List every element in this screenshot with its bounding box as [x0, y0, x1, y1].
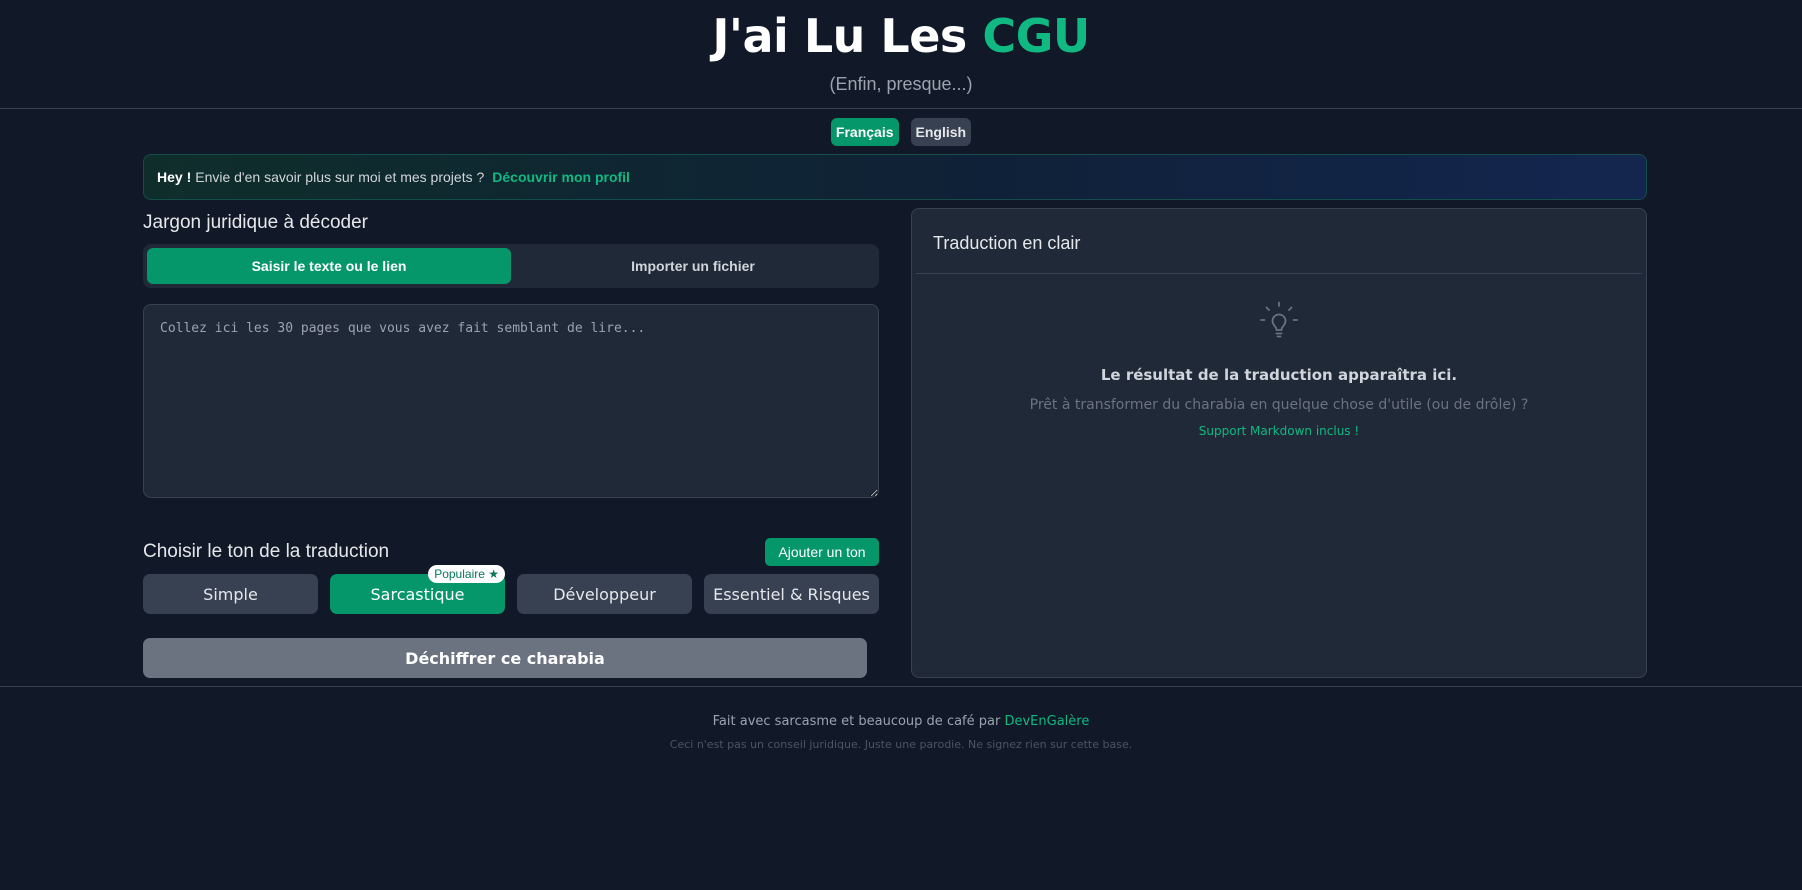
- language-switcher: Français English: [0, 118, 1802, 146]
- profile-banner: Hey ! Envie d'en savoir plus sur moi et …: [143, 154, 1647, 200]
- header: J'ai Lu Les CGU (Enfin, presque...): [0, 0, 1802, 109]
- language-button-fr[interactable]: Français: [830, 118, 899, 146]
- tone-label: Essentiel & Risques: [713, 584, 870, 604]
- banner-text: Envie d'en savoir plus sur moi et mes pr…: [195, 169, 485, 185]
- language-button-en[interactable]: English: [910, 118, 972, 146]
- tone-option-developer[interactable]: Développeur: [517, 574, 692, 614]
- footer-credit: Fait avec sarcasme et beaucoup de café p…: [0, 714, 1802, 729]
- tone-options: Simple Sarcastique Populaire ★ Développeu…: [143, 565, 879, 614]
- tone-option-essential-risks[interactable]: Essentiel & Risques: [704, 574, 879, 614]
- tone-label: Sarcastique: [370, 584, 465, 604]
- profile-link[interactable]: Découvrir mon profil: [492, 169, 630, 185]
- footer-text: Fait avec sarcasme et beaucoup de café p…: [712, 714, 1001, 729]
- translation-panel: Traduction en clair Le résultat de la tr…: [911, 208, 1647, 678]
- tone-section-title: Choisir le ton de la traduction: [143, 541, 390, 562]
- lightbulb-icon: [1260, 301, 1298, 338]
- footer: Fait avec sarcasme et beaucoup de café p…: [0, 686, 1802, 751]
- empty-state-title: Le résultat de la traduction apparaîtra …: [1100, 366, 1458, 384]
- tone-option-simple[interactable]: Simple: [143, 574, 318, 614]
- tone-label: Simple: [203, 584, 258, 604]
- tone-option-sarcastic[interactable]: Sarcastique Populaire ★: [330, 565, 505, 614]
- markdown-support-note: Support Markdown inclus !: [1198, 424, 1360, 438]
- legal-text-input[interactable]: [143, 304, 879, 498]
- footer-disclaimer: Ceci n'est pas un conseil juridique. Jus…: [669, 738, 1133, 751]
- banner-greeting: Hey !: [157, 169, 192, 185]
- input-section-title: Jargon juridique à décoder: [143, 212, 368, 233]
- empty-state-subtitle: Prêt à transformer du charabia en quelqu…: [1029, 397, 1529, 413]
- input-mode-tabs: Saisir le texte ou le lien Importer un f…: [143, 244, 879, 288]
- page-title: J'ai Lu Les CGU: [0, 10, 1802, 62]
- tone-label: Développeur: [553, 584, 656, 604]
- title-main: J'ai Lu Les: [712, 9, 983, 63]
- title-accent: CGU: [982, 9, 1090, 63]
- tab-text-input[interactable]: Saisir le texte ou le lien: [147, 248, 511, 284]
- add-tone-button[interactable]: Ajouter un ton: [765, 538, 879, 566]
- translation-panel-title: Traduction en clair: [916, 209, 1642, 274]
- decode-button[interactable]: Déchiffrer ce charabia: [143, 638, 867, 678]
- author-link[interactable]: DevEnGalère: [1004, 714, 1089, 729]
- popular-badge: Populaire ★: [428, 565, 505, 583]
- tab-file-import[interactable]: Importer un fichier: [511, 248, 875, 284]
- page-subtitle: (Enfin, presque...): [829, 74, 973, 94]
